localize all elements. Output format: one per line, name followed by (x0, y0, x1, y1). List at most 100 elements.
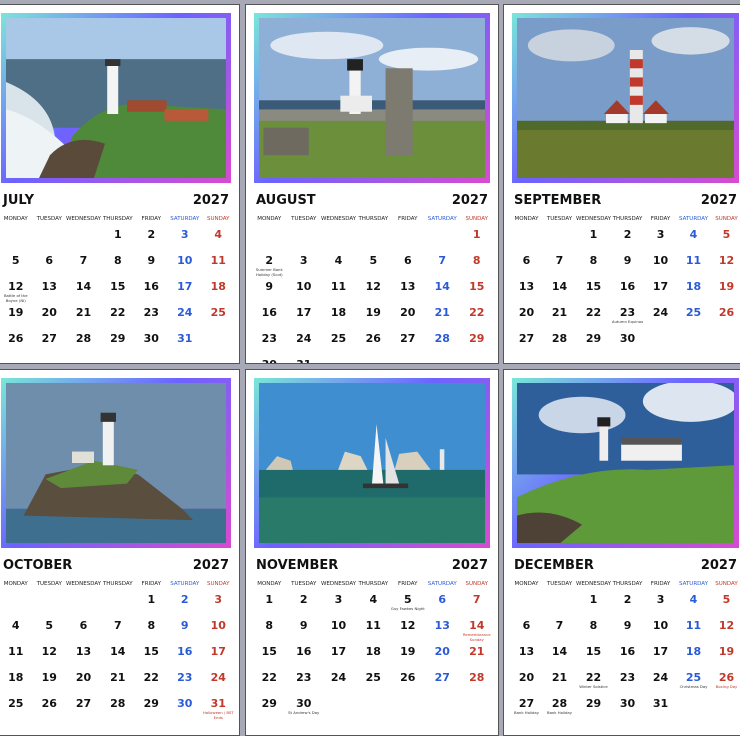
day-cell[interactable]: 16 (611, 642, 644, 668)
day-cell[interactable]: 18 (0, 668, 32, 694)
day-cell[interactable]: 31 (644, 694, 677, 720)
day-cell[interactable]: 9 (168, 616, 201, 642)
day-cell[interactable]: 24 (644, 303, 677, 329)
day-cell[interactable]: 2 (611, 590, 644, 616)
day-cell[interactable]: 8 (252, 616, 286, 642)
day-cell[interactable]: 22 Winter Solstice (576, 668, 611, 694)
day-cell[interactable]: 3 (202, 590, 235, 616)
day-cell[interactable]: 9 (286, 616, 320, 642)
day-cell[interactable]: 1 (576, 590, 611, 616)
day-cell[interactable]: 11 (356, 616, 390, 642)
day-cell[interactable]: 31 (286, 355, 320, 363)
day-cell[interactable]: 27 (391, 329, 426, 355)
day-cell[interactable]: 5 (710, 590, 740, 616)
day-cell[interactable]: 17 (202, 642, 235, 668)
day-cell[interactable]: 16 (168, 642, 201, 668)
day-cell[interactable]: 15 (252, 642, 286, 668)
day-cell[interactable]: 1 (135, 590, 169, 616)
day-cell[interactable]: 28 (101, 694, 134, 720)
day-cell[interactable]: 6 (66, 616, 101, 642)
day-cell[interactable]: 13 (425, 616, 459, 642)
day-cell[interactable]: 18 (677, 642, 710, 668)
day-cell[interactable]: 23 Autumn Equinox (611, 303, 644, 329)
day-cell[interactable]: 7 (101, 616, 134, 642)
day-cell[interactable]: 4 (356, 590, 390, 616)
day-cell[interactable]: 25 (321, 329, 356, 355)
day-cell[interactable]: 10 (321, 616, 356, 642)
day-cell[interactable]: 29 (252, 694, 286, 720)
day-cell[interactable]: 3 (321, 590, 356, 616)
day-cell[interactable]: 7 (543, 251, 576, 277)
day-cell[interactable]: 27 (425, 668, 459, 694)
day-cell[interactable]: 1 (460, 225, 494, 251)
day-cell[interactable]: 6 (510, 616, 543, 642)
day-cell[interactable]: 17 (644, 642, 677, 668)
day-cell[interactable]: 10 (168, 251, 201, 277)
day-cell[interactable]: 7 (425, 251, 459, 277)
day-cell[interactable]: 22 (135, 668, 169, 694)
day-cell[interactable]: 1 (101, 225, 134, 251)
day-cell[interactable]: 28 (66, 329, 101, 355)
day-cell[interactable]: 22 (101, 303, 134, 329)
day-cell[interactable]: 30 (611, 694, 644, 720)
day-cell[interactable]: 10 (286, 277, 320, 303)
day-cell[interactable]: 5 (32, 616, 65, 642)
day-cell[interactable]: 24 (286, 329, 320, 355)
day-cell[interactable]: 13 (391, 277, 426, 303)
day-cell[interactable]: 8 (101, 251, 134, 277)
day-cell[interactable]: 9 (252, 277, 286, 303)
day-cell[interactable]: 28 (460, 668, 494, 694)
day-cell[interactable]: 21 (543, 668, 576, 694)
day-cell[interactable]: 24 (644, 668, 677, 694)
day-cell[interactable]: 19 (0, 303, 32, 329)
day-cell[interactable]: 8 (135, 616, 169, 642)
day-cell[interactable]: 30 St Andrew's Day (286, 694, 320, 720)
day-cell[interactable]: 14 (425, 277, 459, 303)
day-cell[interactable]: 23 (168, 668, 201, 694)
day-cell[interactable]: 29 (101, 329, 134, 355)
day-cell[interactable]: 9 (611, 616, 644, 642)
day-cell[interactable]: 25 (677, 303, 710, 329)
day-cell[interactable]: 20 (32, 303, 65, 329)
day-cell[interactable]: 24 (202, 668, 235, 694)
day-cell[interactable]: 20 (66, 668, 101, 694)
day-cell[interactable]: 6 (510, 251, 543, 277)
day-cell[interactable]: 20 (510, 303, 543, 329)
day-cell[interactable]: 12 (710, 616, 740, 642)
day-cell[interactable]: 15 (135, 642, 169, 668)
day-cell[interactable]: 28 Bank Holiday (543, 694, 576, 720)
day-cell[interactable]: 3 (644, 225, 677, 251)
day-cell[interactable]: 14 (101, 642, 134, 668)
day-cell[interactable]: 6 (32, 251, 65, 277)
day-cell[interactable]: 18 (677, 277, 710, 303)
day-cell[interactable]: 11 (0, 642, 32, 668)
day-cell[interactable]: 19 (710, 642, 740, 668)
day-cell[interactable]: 27 (32, 329, 65, 355)
day-cell[interactable]: 3 (644, 590, 677, 616)
day-cell[interactable]: 14 (66, 277, 101, 303)
day-cell[interactable]: 14 (543, 642, 576, 668)
day-cell[interactable]: 26 (391, 668, 426, 694)
day-cell[interactable]: 14 Remembrance Sunday (460, 616, 494, 642)
day-cell[interactable]: 18 (202, 277, 235, 303)
day-cell[interactable]: 8 (460, 251, 494, 277)
day-cell[interactable]: 25 Christmas Day (677, 668, 710, 694)
day-cell[interactable]: 27 (510, 329, 543, 355)
day-cell[interactable]: 23 (252, 329, 286, 355)
day-cell[interactable]: 10 (644, 616, 677, 642)
day-cell[interactable]: 10 (202, 616, 235, 642)
day-cell[interactable]: 29 (135, 694, 169, 720)
day-cell[interactable]: 20 (425, 642, 459, 668)
day-cell[interactable]: 3 (168, 225, 201, 251)
day-cell[interactable]: 24 (168, 303, 201, 329)
day-cell[interactable]: 29 (460, 329, 494, 355)
day-cell[interactable]: 8 (576, 251, 611, 277)
day-cell[interactable]: 4 (0, 616, 32, 642)
day-cell[interactable]: 30Summer Bank Holiday (Not Scot) (252, 355, 286, 363)
day-cell[interactable]: 21 (543, 303, 576, 329)
day-cell[interactable]: 11 (677, 616, 710, 642)
day-cell[interactable]: 13 (510, 642, 543, 668)
day-cell[interactable]: 23 (286, 668, 320, 694)
day-cell[interactable]: 6 (391, 251, 426, 277)
day-cell[interactable]: 31 Halloween / BST Ends (202, 694, 235, 720)
